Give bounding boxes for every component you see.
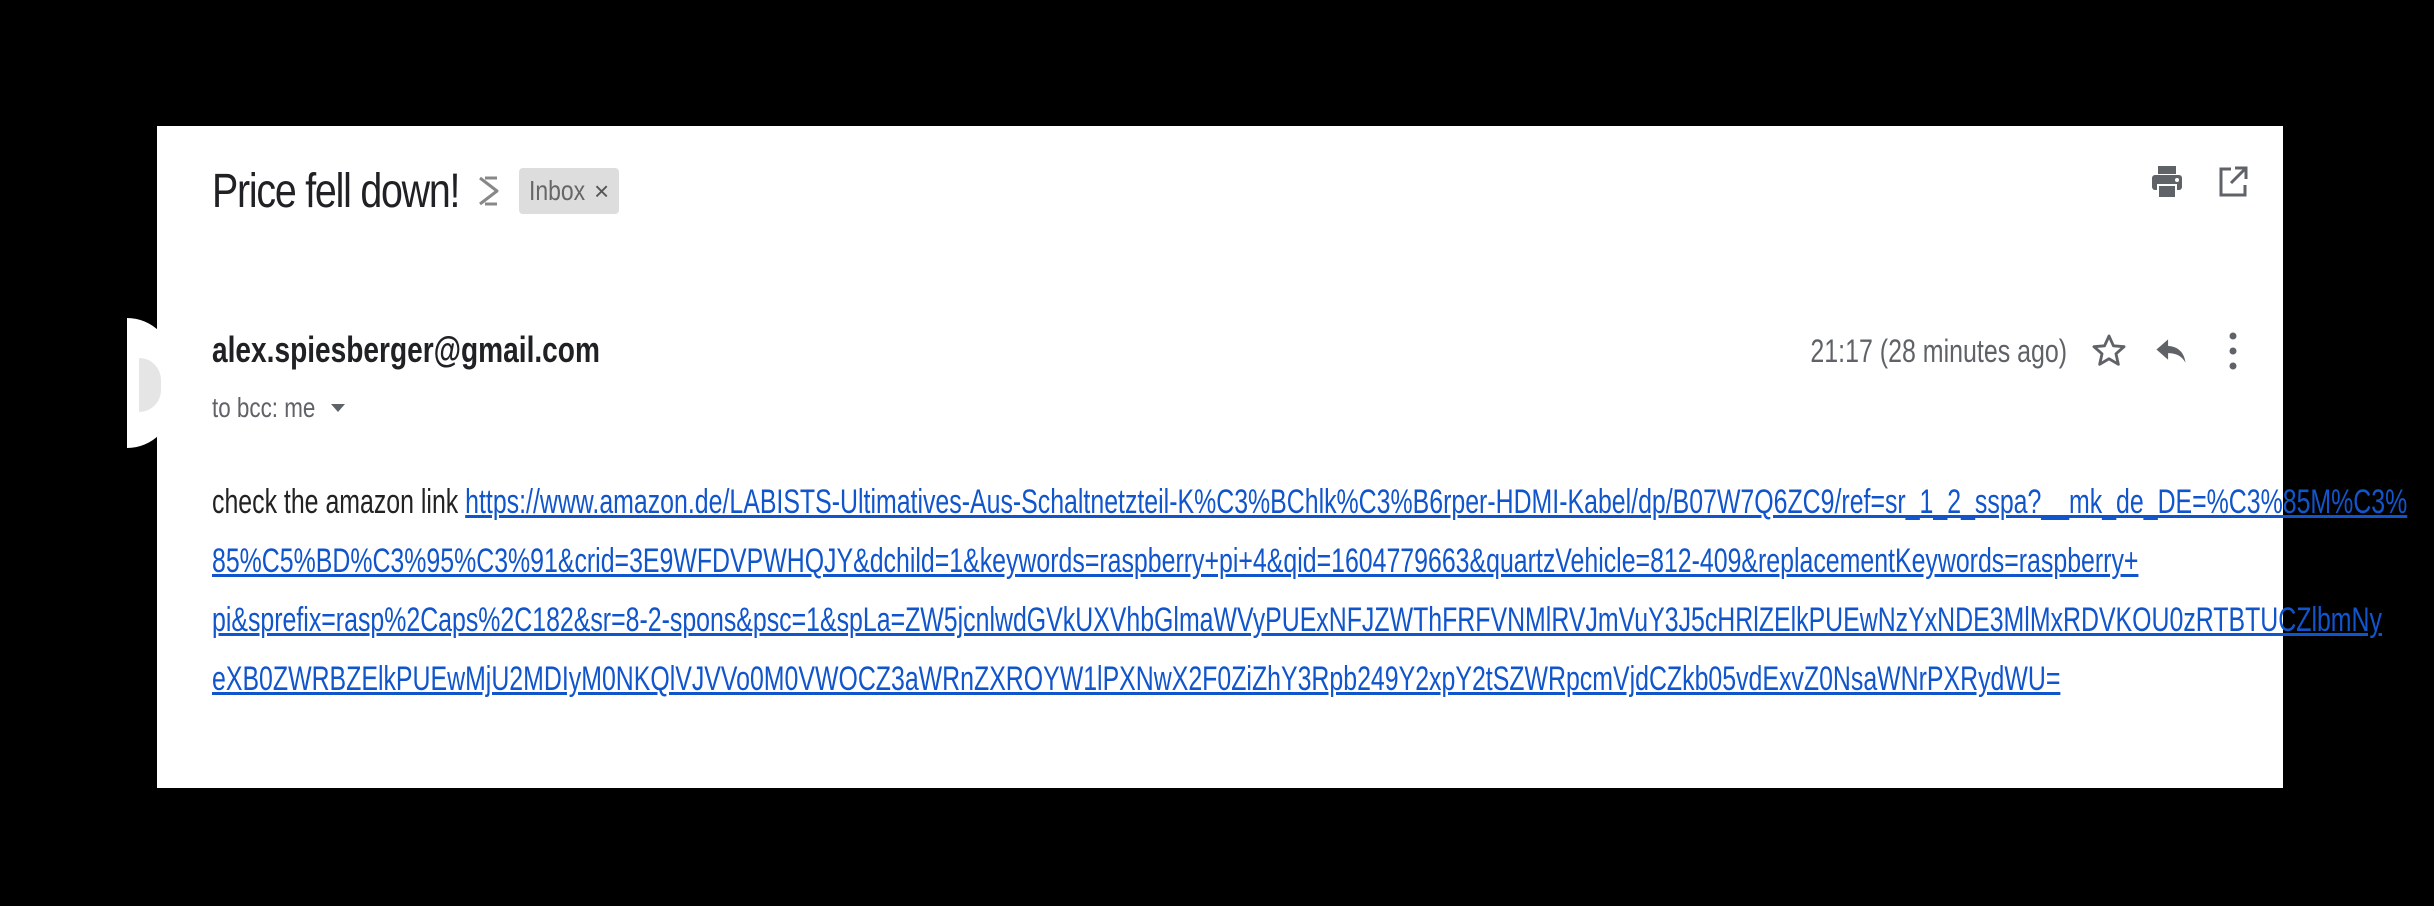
email-subject: Price fell down! bbox=[212, 164, 460, 218]
recipients-text: to bcc: me bbox=[212, 392, 316, 423]
remove-label-button[interactable]: × bbox=[594, 176, 609, 207]
message-meta: 21:17 (28 minutes ago) bbox=[1798, 321, 2253, 381]
open-in-new-window-icon[interactable] bbox=[2213, 162, 2253, 202]
reply-icon[interactable] bbox=[2151, 331, 2191, 371]
email-view: Price fell down! Inbox × alex.spiesberge… bbox=[127, 126, 2407, 788]
sender-avatar bbox=[127, 318, 173, 448]
importance-marker-icon[interactable] bbox=[475, 173, 503, 209]
subject-row: Price fell down! Inbox × bbox=[212, 156, 620, 226]
message-body: check the amazon link https://www.amazon… bbox=[212, 473, 2407, 709]
sender-row: alex.spiesberger@gmail.com 21:17 (28 min… bbox=[212, 321, 2253, 381]
show-details-chevron-down-icon[interactable] bbox=[331, 404, 346, 412]
amazon-link-continued[interactable]: eXB0ZWRBZElkPUEwMjU2MDIyM0NKQlVJVVo0M0VW… bbox=[212, 660, 2060, 698]
body-intro-text: check the amazon link bbox=[212, 483, 466, 521]
recipient-row: to bcc: me bbox=[212, 388, 346, 428]
print-icon[interactable] bbox=[2147, 162, 2187, 202]
sender-email: alex.spiesberger@gmail.com bbox=[212, 329, 600, 370]
inbox-label-text: Inbox bbox=[529, 175, 586, 206]
amazon-link[interactable]: https://www.amazon.de/LABISTS-Ultimative… bbox=[465, 483, 2407, 521]
inbox-label-chip[interactable]: Inbox × bbox=[519, 168, 620, 214]
top-actions bbox=[2147, 162, 2253, 202]
body-line: 85%C5%BD%C3%95%C3%91&crid=3E9WFDVPWHQJY&… bbox=[212, 532, 2138, 591]
amazon-link-continued[interactable]: 85%C5%BD%C3%95%C3%91&crid=3E9WFDVPWHQJY&… bbox=[212, 542, 2138, 580]
body-line: pi&sprefix=rasp%2Caps%2C182&sr=8-2-spons… bbox=[212, 591, 2382, 650]
star-icon[interactable] bbox=[2089, 331, 2129, 371]
body-line: check the amazon link https://www.amazon… bbox=[212, 473, 2407, 532]
amazon-link-continued[interactable]: pi&sprefix=rasp%2Caps%2C182&sr=8-2-spons… bbox=[212, 601, 2382, 639]
body-line: eXB0ZWRBZElkPUEwMjU2MDIyM0NKQlVJVVo0M0VW… bbox=[212, 650, 2060, 709]
message-timestamp: 21:17 (28 minutes ago) bbox=[1810, 332, 2067, 369]
more-vertical-icon[interactable] bbox=[2213, 331, 2253, 371]
